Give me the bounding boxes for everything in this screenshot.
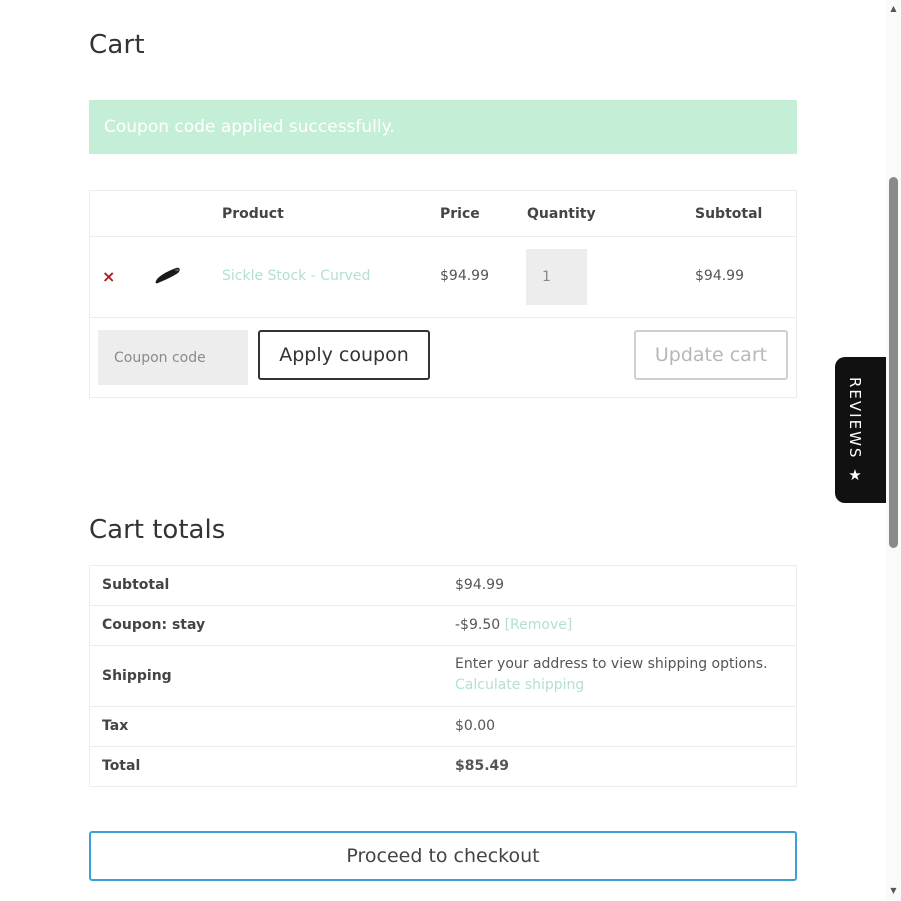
- cart-table: Product Price Quantity Subtotal × Sickle…: [89, 190, 797, 398]
- scroll-up-icon[interactable]: ▲: [889, 4, 898, 14]
- header-quantity: Quantity: [527, 206, 596, 222]
- total-label: Total: [102, 758, 141, 774]
- subtotal-label: Subtotal: [102, 577, 170, 593]
- totals-row-total: Total $85.49: [90, 747, 796, 786]
- page-title: Cart: [89, 30, 145, 60]
- cart-actions: Apply coupon Update cart: [90, 318, 796, 397]
- subtotal-value: $94.99: [455, 577, 504, 593]
- remove-coupon-link[interactable]: [Remove]: [505, 617, 573, 633]
- cart-table-header: Product Price Quantity Subtotal: [90, 191, 796, 237]
- cart-totals-table: Subtotal $94.99 Coupon: stay -$9.50 [Rem…: [89, 565, 797, 787]
- header-product: Product: [222, 206, 284, 222]
- coupon-value-group: -$9.50 [Remove]: [455, 617, 572, 633]
- item-subtotal: $94.99: [695, 268, 744, 284]
- quantity-input[interactable]: [526, 249, 587, 305]
- product-thumbnail-icon[interactable]: [154, 265, 182, 285]
- total-value: $85.49: [455, 758, 510, 774]
- reviews-tab-label: REVIEWS ★: [846, 377, 864, 487]
- scrollbar-thumb[interactable]: [889, 177, 898, 548]
- product-name-link[interactable]: Sickle Stock - Curved: [222, 268, 370, 284]
- coupon-value: -$9.50: [455, 617, 501, 633]
- totals-row-subtotal: Subtotal $94.99: [90, 566, 796, 606]
- cart-page: Cart Coupon code applied successfully. P…: [0, 0, 901, 901]
- totals-row-tax: Tax $0.00: [90, 707, 796, 747]
- scroll-down-icon[interactable]: ▼: [889, 886, 898, 896]
- reviews-tab[interactable]: REVIEWS ★: [835, 357, 887, 503]
- remove-item-icon[interactable]: ×: [102, 267, 116, 287]
- shipping-text: Enter your address to view shipping opti…: [455, 656, 768, 672]
- proceed-to-checkout-button[interactable]: Proceed to checkout: [89, 831, 797, 881]
- shipping-label: Shipping: [102, 668, 172, 684]
- apply-coupon-button[interactable]: Apply coupon: [258, 330, 430, 380]
- tax-value: $0.00: [455, 718, 496, 734]
- coupon-label: Coupon: stay: [102, 617, 206, 633]
- update-cart-button[interactable]: Update cart: [634, 330, 788, 380]
- success-notice: Coupon code applied successfully.: [89, 100, 797, 154]
- cart-item-row: × Sickle Stock - Curved $94.99 $94.99: [90, 237, 796, 318]
- header-subtotal: Subtotal: [695, 206, 763, 222]
- header-price: Price: [440, 206, 480, 222]
- coupon-code-input[interactable]: [98, 330, 248, 385]
- notice-text: Coupon code applied successfully.: [104, 117, 395, 137]
- tax-label: Tax: [102, 718, 129, 734]
- calculate-shipping-link[interactable]: Calculate shipping: [455, 677, 584, 693]
- cart-totals-title: Cart totals: [89, 515, 226, 545]
- totals-row-coupon: Coupon: stay -$9.50 [Remove]: [90, 606, 796, 646]
- totals-row-shipping: Shipping Enter your address to view ship…: [90, 646, 796, 707]
- item-price: $94.99: [440, 268, 489, 284]
- page-scrollbar[interactable]: ▲ ▼: [886, 0, 901, 901]
